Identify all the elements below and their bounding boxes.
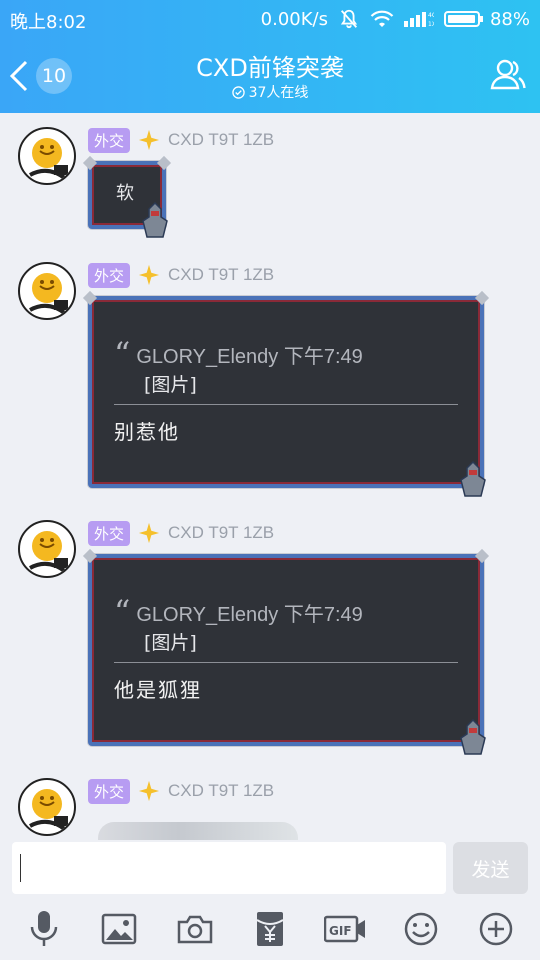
sparkle-icon	[138, 522, 160, 544]
online-status: 37人在线	[0, 82, 540, 102]
message-list[interactable]: 外交 CXD T9T 1ZB 软 外交 CXD T9T 1ZB “ GLORY_…	[0, 113, 540, 840]
avatar[interactable]	[18, 127, 76, 185]
quote-header: “ GLORY_Elendy 下午7:49	[114, 596, 363, 628]
message-text: 别惹他	[114, 420, 180, 444]
sender-name: CXD T9T 1ZB	[168, 130, 275, 149]
message-bubble[interactable]: 软	[88, 161, 168, 238]
sender-name: CXD T9T 1ZB	[168, 781, 275, 800]
check-circle-icon	[231, 85, 245, 99]
camera-icon	[177, 915, 212, 944]
avatar[interactable]	[18, 520, 76, 578]
microphone-button[interactable]	[22, 907, 66, 951]
top-bar: 晚上8:02 0.00K/s 4G1X 88% 10 CXD前锋突袭	[0, 0, 540, 113]
knight-badge-icon	[142, 201, 168, 238]
message-bubble[interactable]: “ GLORY_Elendy 下午7:49 [图片] 别惹他	[88, 296, 486, 497]
group-title: CXD前锋突袭	[196, 54, 344, 82]
image-button[interactable]	[97, 907, 141, 951]
message-item: 外交 CXD T9T 1ZB	[0, 764, 540, 840]
status-right: 0.00K/s 4G1X 88%	[261, 8, 530, 30]
role-tag: 外交	[88, 778, 131, 804]
sender-name: CXD T9T 1ZB	[168, 523, 275, 542]
message-meta: 外交 CXD T9T 1ZB	[88, 262, 274, 288]
quote-mark-icon: “	[114, 593, 131, 631]
quote-user: GLORY_Elendy 下午7:49	[136, 603, 363, 626]
avatar-image	[29, 138, 68, 181]
message-item: 外交 CXD T9T 1ZB “ GLORY_Elendy 下午7:49 [图片…	[0, 248, 540, 498]
red-packet-icon	[256, 912, 284, 946]
message-item: 外交 CXD T9T 1ZB “ GLORY_Elendy 下午7:49 [图片…	[0, 506, 540, 756]
role-tag: 外交	[88, 520, 131, 546]
input-bar: 发送	[0, 840, 540, 898]
battery-icon	[443, 11, 483, 27]
battery-percent: 88%	[489, 8, 530, 30]
quote-user: GLORY_Elendy 下午7:49	[136, 345, 363, 368]
message-meta: 外交 CXD T9T 1ZB	[88, 778, 274, 804]
wifi-icon	[370, 9, 394, 29]
status-bar: 晚上8:02 0.00K/s 4G1X 88%	[0, 0, 540, 38]
gif-button[interactable]: GIF	[323, 907, 367, 951]
message-item: 外交 CXD T9T 1ZB 软	[0, 113, 540, 243]
knight-badge-icon	[460, 460, 486, 497]
plus-icon	[479, 912, 513, 946]
text-caret	[20, 854, 21, 882]
sender-name: CXD T9T 1ZB	[168, 265, 275, 284]
send-button[interactable]: 发送	[453, 842, 528, 894]
emoji-icon	[404, 912, 438, 946]
quote-divider	[114, 662, 458, 663]
quote-text: [图片]	[144, 374, 197, 396]
sparkle-icon	[138, 129, 160, 151]
role-tag: 外交	[88, 262, 131, 288]
sparkle-icon	[138, 780, 160, 802]
sparkle-icon	[138, 264, 160, 286]
quote-divider	[114, 404, 458, 405]
red-packet-button[interactable]	[248, 907, 292, 951]
quote-mark-icon: “	[114, 335, 131, 373]
image-icon	[101, 913, 137, 945]
microphone-icon	[30, 911, 57, 946]
battery: 88%	[443, 8, 530, 30]
message-input[interactable]	[12, 842, 446, 894]
avatar-image	[29, 531, 68, 574]
avatar-image	[29, 789, 68, 832]
message-meta: 外交 CXD T9T 1ZB	[88, 520, 274, 546]
image-message[interactable]	[98, 822, 298, 840]
gif-icon: GIF	[324, 915, 366, 943]
avatar-image	[29, 273, 68, 316]
more-button[interactable]	[474, 907, 518, 951]
net-type-top: 4G	[428, 12, 434, 19]
quote-text: [图片]	[144, 632, 197, 654]
status-time: 晚上8:02	[10, 12, 87, 33]
message-text: 软	[116, 183, 134, 204]
message-meta: 外交 CXD T9T 1ZB	[88, 127, 274, 153]
chat-header: 10 CXD前锋突袭 37人在线	[0, 38, 540, 113]
avatar[interactable]	[18, 778, 76, 836]
people-icon	[490, 59, 526, 90]
message-bubble[interactable]: “ GLORY_Elendy 下午7:49 [图片] 他是狐狸	[88, 554, 486, 755]
signal-icon: 4G1X	[403, 9, 434, 29]
quote-header: “ GLORY_Elendy 下午7:49	[114, 338, 363, 370]
camera-button[interactable]	[173, 907, 217, 951]
group-members-button[interactable]	[488, 54, 528, 94]
mute-bell-icon	[338, 8, 360, 30]
avatar[interactable]	[18, 262, 76, 320]
role-tag: 外交	[88, 127, 131, 153]
message-text: 他是狐狸	[114, 678, 202, 702]
net-speed: 0.00K/s	[260, 8, 328, 30]
gif-label: GIF	[329, 924, 352, 938]
online-count: 37人在线	[248, 85, 309, 101]
input-toolbar: GIF	[0, 898, 540, 960]
knight-badge-icon	[460, 718, 486, 755]
net-type-bottom: 1X	[428, 21, 434, 28]
emoji-button[interactable]	[399, 907, 443, 951]
